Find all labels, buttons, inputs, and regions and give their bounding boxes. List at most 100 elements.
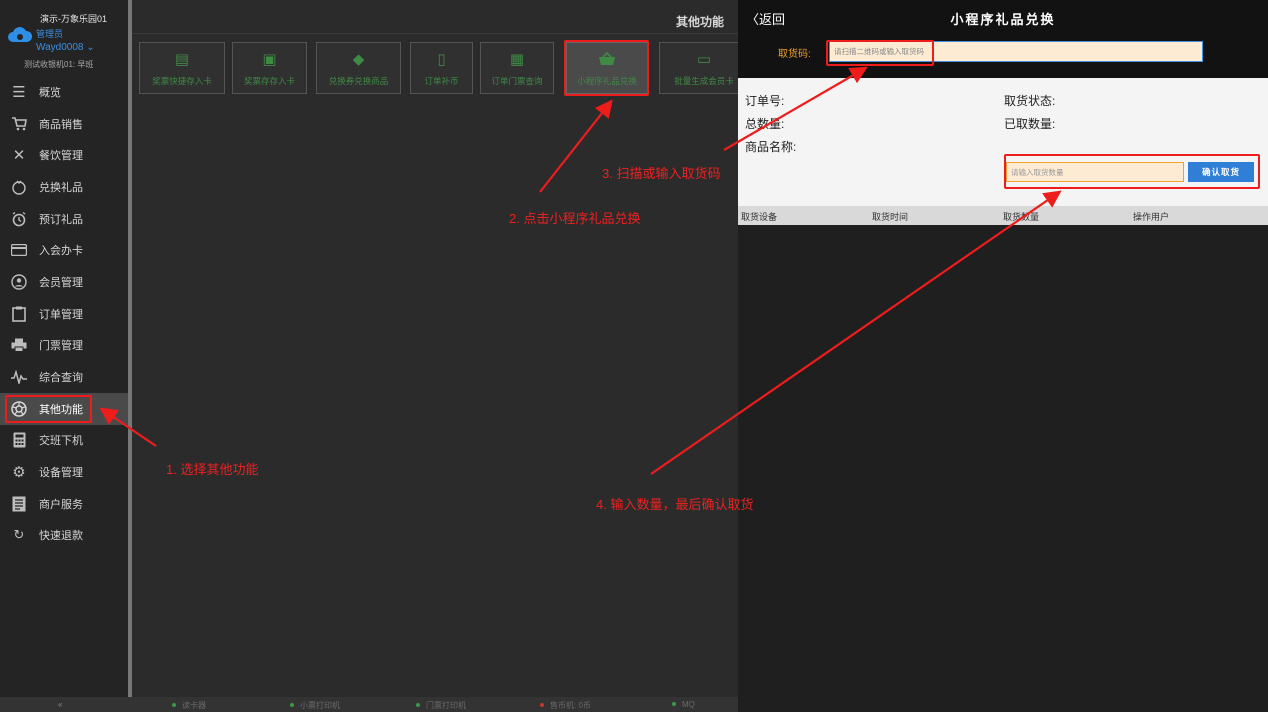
annotation-step3: 3. 扫描或输入取货码 [602, 166, 721, 181]
status-error-icon [540, 703, 544, 707]
utensils-icon: ✕ [12, 147, 26, 165]
sidebar-item-label: 订单管理 [39, 308, 83, 321]
taken-quantity-label: 已取数量: [1004, 117, 1056, 131]
sidebar-item-shift-handover[interactable]: 交班下机 [0, 425, 128, 457]
member-icon [10, 273, 28, 291]
refresh-icon: ↻ [13, 527, 25, 543]
alarm-clock-icon [10, 210, 28, 228]
sidebar-item-label: 会员管理 [39, 276, 83, 289]
tile-quick-ticket-deposit[interactable]: ▤ 奖票快捷存入卡 [139, 42, 225, 94]
total-quantity-label: 总数量: [745, 117, 785, 131]
sidebar-item-devices[interactable]: ⚙ 设备管理 [0, 456, 128, 488]
ticket-icon: ▣ [262, 51, 277, 68]
status-ok-icon [290, 703, 294, 707]
main-header: 其他功能 [132, 6, 738, 34]
sidebar-item-catering[interactable]: ✕ 餐饮管理 [0, 139, 128, 171]
gift-exchange-title: 小程序礼品兑换 [950, 12, 1056, 27]
document-icon: ▦ [509, 51, 525, 68]
sidebar-item-merchant[interactable]: 商户服务 [0, 488, 128, 520]
status-ok-icon [416, 703, 420, 707]
tag-icon: ◆ [352, 51, 365, 68]
tile-label: 订单门票查询 [491, 76, 543, 86]
sidebar-item-refund[interactable]: ↻ 快速退款 [0, 520, 128, 552]
tile-batch-member-cards[interactable]: ▭ 批量生成会员卡 [659, 42, 738, 94]
sidebar-item-tickets[interactable]: 门票管理 [0, 330, 128, 362]
status-mq: MQ [672, 700, 695, 709]
sidebar-item-label: 设备管理 [39, 467, 83, 480]
sidebar-item-label: 概览 [39, 86, 61, 99]
highlight-pickup-code [826, 40, 934, 66]
highlight-quantity-confirm [1004, 154, 1260, 189]
product-name-label: 商品名称: [745, 140, 797, 154]
brand-block: 演示-万象乐园01 管理员 Wayd0008 ⌄ 测试收银机01: 早班 [4, 8, 128, 72]
sidebar-item-label: 预订礼品 [39, 213, 83, 226]
store-name: 演示-万象乐园01 [40, 14, 108, 24]
status-card-reader: 读卡器 [172, 700, 206, 711]
tile-order-ticket-query[interactable]: ▦ 订单门票查询 [480, 42, 554, 94]
list-icon: ▤ [174, 51, 190, 68]
sidebar-item-label: 餐饮管理 [39, 150, 83, 163]
sidebar-nav: ☰ 概览 商品销售 ✕ 餐饮管理 兑换礼品 预订礼品 入会办卡 会员管理 订单管… [0, 76, 128, 551]
sidebar-item-sales[interactable]: 商品销售 [0, 108, 128, 140]
column-header: 操作用户 [1133, 212, 1170, 222]
annotation-step2: 2. 点击小程序礼品兑换 [509, 211, 641, 226]
sidebar-item-label: 入会办卡 [39, 245, 83, 258]
sidebar-item-label: 综合查询 [39, 372, 83, 385]
column-header: 取货数量 [1003, 212, 1040, 222]
user-account-dropdown[interactable]: Wayd0008 ⌄ [36, 42, 95, 53]
status-bar: « 读卡器 小票打印机 门票打印机 售币机: 0币 MQ [0, 697, 738, 712]
sidebar-item-label: 兑换礼品 [39, 181, 83, 194]
clipboard-icon: ▯ [437, 51, 446, 68]
document-icon [10, 495, 28, 513]
status-ticket-printer: 门票打印机 [416, 700, 466, 711]
sidebar-item-gift-exchange[interactable]: 兑换礼品 [0, 171, 128, 203]
sidebar: 演示-万象乐园01 管理员 Wayd0008 ⌄ 测试收银机01: 早班 ☰ 概… [0, 0, 128, 697]
collapse-sidebar-button[interactable]: « [58, 700, 62, 709]
calculator-icon [10, 431, 28, 449]
column-header: 取货时间 [872, 212, 909, 222]
sidebar-item-label: 交班下机 [39, 435, 83, 448]
tile-label: 奖票存存入卡 [243, 76, 295, 86]
status-ok-icon [172, 703, 176, 707]
tile-ticket-deposit[interactable]: ▣ 奖票存存入卡 [232, 42, 307, 94]
card-icon: ▭ [696, 51, 712, 68]
cloud-logo-icon [8, 27, 33, 42]
sidebar-item-label: 商户服务 [39, 498, 83, 511]
gift-exchange-window: 〈返回 小程序礼品兑换 取货码: 订单号: 总数量: 商品名称: 取货状态: 已… [738, 0, 1268, 712]
tile-label: 订单补币 [424, 76, 459, 86]
menu-icon: ☰ [12, 83, 26, 101]
tile-order-coin-refill[interactable]: ▯ 订单补币 [410, 42, 473, 94]
highlight-other-functions [5, 395, 92, 423]
clipboard-icon [10, 305, 28, 323]
sidebar-item-overview[interactable]: ☰ 概览 [0, 76, 128, 108]
status-receipt-printer: 小票打印机 [290, 700, 340, 711]
tile-label: 奖票快捷存入卡 [152, 76, 212, 86]
page-title: 其他功能 [675, 15, 724, 29]
sidebar-item-label: 门票管理 [39, 340, 83, 353]
pickup-code-label: 取货码: [778, 49, 811, 60]
pulse-icon [10, 368, 28, 386]
gift-icon [10, 178, 28, 196]
pickup-history-table-header: 取货设备 取货时间 取货数量 操作用户 [738, 206, 1268, 225]
sidebar-item-membership-card[interactable]: 入会办卡 [0, 234, 128, 266]
pos-app-window: 演示-万象乐园01 管理员 Wayd0008 ⌄ 测试收银机01: 早班 ☰ 概… [0, 0, 738, 712]
sidebar-item-label: 商品销售 [39, 118, 83, 131]
status-ok-icon [672, 702, 676, 706]
tile-coupon-exchange[interactable]: ◆ 兑换券兑换商品 [316, 42, 401, 94]
device-shift: 测试收银机01: 早班 [24, 60, 94, 69]
status-coin-machine: 售币机: 0币 [540, 700, 591, 711]
annotation-step1: 1. 选择其他功能 [166, 462, 259, 477]
tile-label: 批量生成会员卡 [674, 76, 734, 86]
pickup-status-label: 取货状态: [1004, 94, 1056, 108]
sidebar-item-orders[interactable]: 订单管理 [0, 298, 128, 330]
sidebar-item-gift-booking[interactable]: 预订礼品 [0, 203, 128, 235]
card-icon [10, 241, 28, 259]
order-number-label: 订单号: [745, 94, 785, 108]
annotation-step4: 4. 输入数量，最后确认取货 [596, 497, 754, 512]
tile-label: 兑换券兑换商品 [328, 76, 389, 86]
sidebar-item-query[interactable]: 综合查询 [0, 361, 128, 393]
gift-exchange-header: 〈返回 小程序礼品兑换 [738, 0, 1268, 34]
cart-icon [10, 115, 28, 133]
sidebar-item-label: 快速退款 [39, 530, 83, 543]
sidebar-item-members[interactable]: 会员管理 [0, 266, 128, 298]
